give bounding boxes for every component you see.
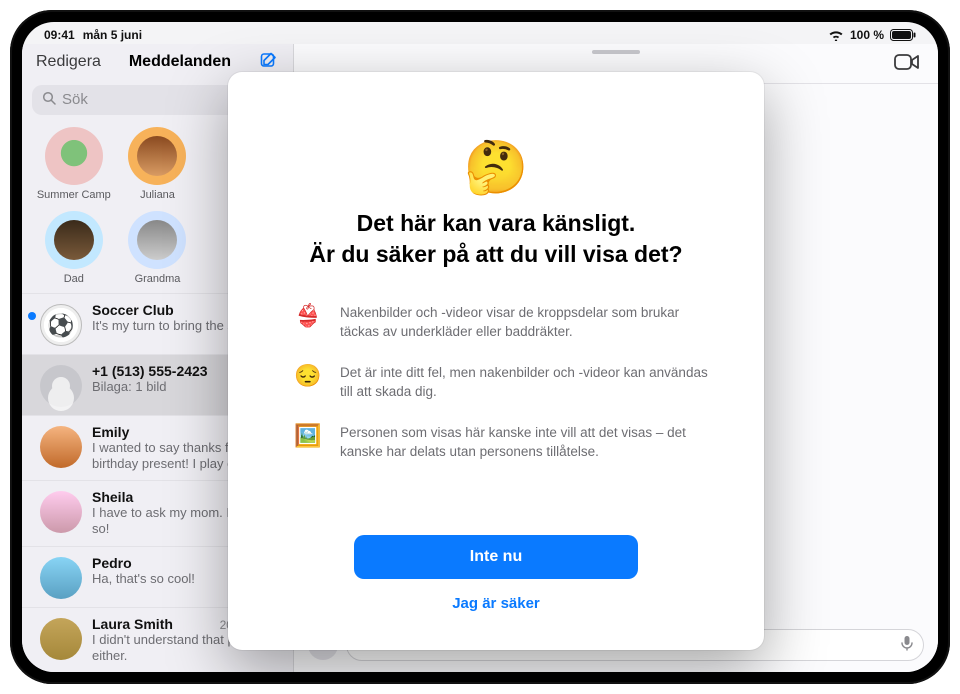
avatar bbox=[40, 491, 82, 533]
pinned-label: Summer Camp bbox=[37, 189, 111, 201]
picture-icon: 🖼️ bbox=[294, 423, 320, 449]
modal-actions: Inte nu Jag är säker bbox=[354, 535, 638, 622]
avatar bbox=[40, 365, 82, 407]
modal-bullet-text: Personen som visas här kanske inte vill … bbox=[340, 424, 708, 462]
modal-title-line2: Är du säker på att du vill visa det? bbox=[309, 241, 682, 267]
conversation-name: Laura Smith bbox=[92, 616, 173, 632]
swimsuit-icon: 👙 bbox=[294, 303, 320, 329]
avatar bbox=[40, 618, 82, 660]
pinned-conversation[interactable]: Grandma bbox=[118, 211, 198, 285]
sad-face-icon: 😔 bbox=[294, 363, 320, 389]
battery-icon bbox=[890, 29, 916, 41]
grabber-icon bbox=[592, 50, 640, 54]
modal-bullet: 😔 Det är inte ditt fel, men nakenbilder … bbox=[294, 364, 708, 402]
im-sure-button[interactable]: Jag är säker bbox=[442, 589, 550, 618]
conversation-name: Sheila bbox=[92, 489, 133, 505]
avatar bbox=[128, 127, 186, 185]
sidebar-title: Meddelanden bbox=[129, 53, 231, 71]
dictation-icon[interactable] bbox=[901, 635, 913, 655]
conversation-name: Soccer Club bbox=[92, 302, 174, 318]
status-bar: 09:41 mån 5 juni 100 % bbox=[22, 22, 938, 44]
sensitive-content-modal: 🤔 Det här kan vara känsligt. Är du säker… bbox=[228, 72, 764, 650]
modal-bullet: 🖼️ Personen som visas här kanske inte vi… bbox=[294, 424, 708, 462]
pinned-label: Juliana bbox=[140, 189, 175, 201]
not-now-button[interactable]: Inte nu bbox=[354, 535, 638, 579]
search-placeholder: Sök bbox=[62, 91, 88, 108]
battery-text: 100 % bbox=[850, 28, 884, 42]
pinned-label: Grandma bbox=[135, 273, 181, 285]
compose-button[interactable] bbox=[259, 50, 279, 75]
facetime-button[interactable] bbox=[894, 52, 920, 77]
avatar bbox=[40, 426, 82, 468]
modal-title: Det här kan vara känsligt. Är du säker p… bbox=[309, 208, 682, 270]
modal-bullet: 👙 Nakenbilder och -videor visar de kropp… bbox=[294, 304, 708, 342]
avatar bbox=[40, 557, 82, 599]
pinned-conversation[interactable]: Dad bbox=[34, 211, 114, 285]
pinned-conversation[interactable]: Juliana bbox=[118, 127, 198, 201]
modal-bullet-text: Nakenbilder och -videor visar de kroppsd… bbox=[340, 304, 708, 342]
conversation-name: Pedro bbox=[92, 555, 132, 571]
search-icon bbox=[42, 91, 56, 109]
avatar bbox=[45, 211, 103, 269]
unread-dot-icon bbox=[28, 312, 36, 320]
status-date: mån 5 juni bbox=[83, 28, 142, 42]
ipad-frame: 09:41 mån 5 juni 100 % Redigera Meddelan… bbox=[10, 10, 950, 684]
wifi-icon bbox=[828, 29, 844, 41]
edit-button[interactable]: Redigera bbox=[36, 53, 101, 71]
status-time: 09:41 bbox=[44, 28, 75, 42]
modal-bullet-text: Det är inte ditt fel, men nakenbilder oc… bbox=[340, 364, 708, 402]
pinned-conversation[interactable]: Summer Camp bbox=[34, 127, 114, 201]
conversation-name: Emily bbox=[92, 424, 129, 440]
modal-bullet-list: 👙 Nakenbilder och -videor visar de kropp… bbox=[276, 304, 716, 461]
avatar bbox=[40, 304, 82, 346]
pinned-label: Dad bbox=[64, 273, 84, 285]
modal-title-line1: Det här kan vara känsligt. bbox=[357, 210, 636, 236]
thinking-face-icon: 🤔 bbox=[464, 142, 529, 194]
screen: 09:41 mån 5 juni 100 % Redigera Meddelan… bbox=[22, 22, 938, 672]
avatar bbox=[128, 211, 186, 269]
conversation-name: +1 (513) 555-2423 bbox=[92, 363, 208, 379]
avatar bbox=[45, 127, 103, 185]
